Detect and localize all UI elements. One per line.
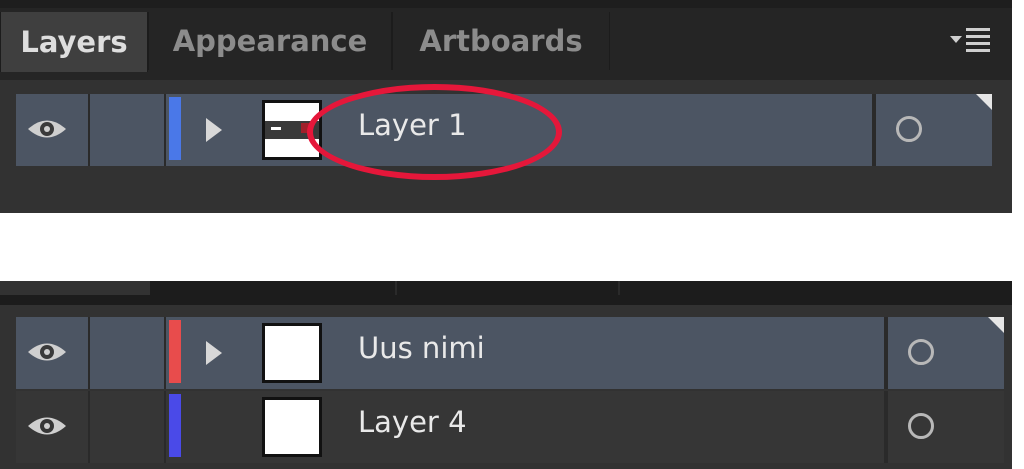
visibility-toggle[interactable]: [16, 317, 90, 389]
target-cell[interactable]: [886, 391, 1004, 463]
layer-row-layer-4[interactable]: Layer 4: [16, 391, 1004, 463]
layer-color-strip: [166, 391, 188, 463]
layer-name[interactable]: Layer 4: [358, 405, 467, 439]
lock-toggle[interactable]: [90, 317, 166, 389]
layer-color-swatch: [169, 97, 181, 160]
visibility-toggle[interactable]: [16, 391, 90, 463]
layers-panel-bottom: Uus nimi Layer 4: [0, 281, 1012, 469]
visibility-toggle[interactable]: [16, 94, 90, 166]
layer-main-cell[interactable]: Layer 1: [188, 94, 874, 166]
target-cell[interactable]: [874, 94, 992, 166]
target-circle-icon[interactable]: [896, 116, 922, 142]
layer-row-layer-1[interactable]: Layer 1: [16, 94, 992, 166]
layer-thumbnail: [262, 100, 322, 160]
layer-name[interactable]: Layer 1: [358, 108, 467, 142]
eye-icon: [28, 120, 66, 138]
lock-toggle[interactable]: [90, 94, 166, 166]
layer-thumbnail: [262, 323, 322, 383]
layer-main-cell[interactable]: Layer 4: [188, 391, 886, 463]
eye-icon: [28, 417, 66, 435]
lock-toggle[interactable]: [90, 391, 166, 463]
tab-divider: [395, 281, 397, 295]
tab-appearance[interactable]: Appearance: [148, 12, 392, 70]
layer-color-swatch: [169, 394, 181, 457]
target-circle-icon[interactable]: [908, 413, 934, 439]
layer-color-swatch: [169, 320, 181, 383]
selection-corner-indicator: [988, 317, 1004, 333]
layer-main-cell[interactable]: Uus nimi: [188, 317, 886, 389]
target-cell[interactable]: [886, 317, 1004, 389]
panel-menu-icon[interactable]: [950, 26, 998, 54]
tab-bar: Layers Appearance Artboards: [0, 0, 1012, 80]
tab-divider: [618, 281, 620, 295]
tab-artboards[interactable]: Artboards: [392, 12, 610, 70]
layer-name[interactable]: Uus nimi: [358, 331, 485, 365]
layer-color-strip: [166, 94, 188, 166]
expand-triangle-icon[interactable]: [206, 118, 222, 142]
layers-panel-top: Layers Appearance Artboards Layer 1: [0, 0, 1012, 213]
layer-row-uus-nimi[interactable]: Uus nimi: [16, 317, 1004, 389]
layer-thumbnail: [262, 397, 322, 457]
selection-corner-indicator: [976, 94, 992, 110]
eye-icon: [28, 343, 66, 361]
tab-bar-remnant: [0, 281, 1012, 305]
target-circle-icon[interactable]: [908, 339, 934, 365]
layer-color-strip: [166, 317, 188, 389]
expand-triangle-icon[interactable]: [206, 341, 222, 365]
panel-header-strip: [0, 0, 1012, 8]
active-tab-remnant: [0, 281, 150, 295]
tab-layers[interactable]: Layers: [0, 12, 148, 72]
